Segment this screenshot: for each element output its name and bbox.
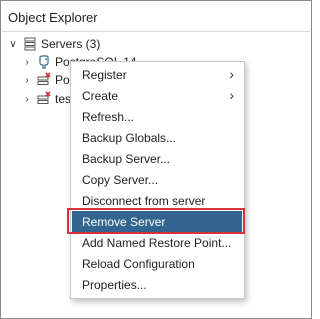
server-disconnected-icon (36, 72, 52, 88)
menu-item-refresh[interactable]: Refresh... (72, 106, 242, 127)
chevron-right-icon: › (229, 66, 234, 82)
title-divider (2, 31, 310, 32)
menu-item-disconnect[interactable]: Disconnect from server (72, 190, 242, 211)
menu-item-register[interactable]: Register › (72, 64, 242, 85)
chevron-right-icon[interactable]: › (21, 57, 33, 68)
menu-item-label: Add Named Restore Point... (82, 235, 232, 250)
menu-item-copy-server[interactable]: Copy Server... (72, 169, 242, 190)
tree-node-servers[interactable]: ∨ Servers (3) (7, 34, 100, 54)
panel-title: Object Explorer (8, 10, 98, 25)
menu-item-label: Refresh... (82, 109, 135, 124)
menu-item-label: Copy Server... (82, 172, 159, 187)
menu-item-backup-globals[interactable]: Backup Globals... (72, 127, 242, 148)
menu-item-label: Disconnect from server (82, 193, 206, 208)
object-explorer-panel: Object Explorer ∨ Servers (3) › PostgreS… (0, 0, 312, 319)
chevron-right-icon: › (229, 87, 234, 103)
chevron-right-icon[interactable]: › (21, 75, 33, 86)
tree-node-server[interactable]: › Pos (21, 70, 76, 90)
chevron-right-icon[interactable]: › (21, 94, 33, 105)
menu-item-label: Create (82, 88, 119, 103)
chevron-down-icon[interactable]: ∨ (7, 39, 19, 50)
menu-item-properties[interactable]: Properties... (72, 274, 242, 295)
menu-item-label: Register (82, 67, 127, 82)
menu-item-label: Backup Globals... (82, 130, 177, 145)
menu-item-label: Remove Server (82, 214, 166, 229)
tree-node-server[interactable]: › test (21, 89, 74, 109)
menu-item-add-restore-point[interactable]: Add Named Restore Point... (72, 232, 242, 253)
menu-item-label: Properties... (82, 277, 147, 292)
postgres-elephant-icon (36, 54, 52, 70)
server-group-icon (22, 36, 38, 52)
menu-item-label: Backup Server... (82, 151, 171, 166)
server-disconnected-icon (36, 91, 52, 107)
tree-label-servers: Servers (3) (41, 37, 101, 51)
menu-item-remove-server[interactable]: Remove Server (72, 211, 242, 232)
menu-item-backup-server[interactable]: Backup Server... (72, 148, 242, 169)
context-menu: Register › Create › Refresh... Backup Gl… (70, 61, 245, 299)
menu-item-reload-configuration[interactable]: Reload Configuration (72, 253, 242, 274)
menu-item-create[interactable]: Create › (72, 85, 242, 106)
menu-item-label: Reload Configuration (82, 256, 195, 271)
